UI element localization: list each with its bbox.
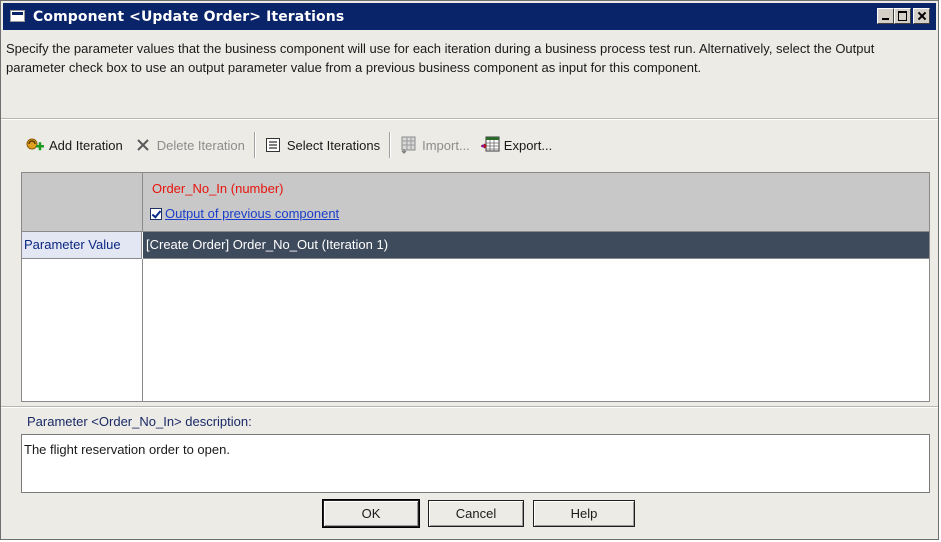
parameter-description-label: Parameter <Order_No_In> description:: [27, 414, 252, 429]
close-button[interactable]: [913, 8, 930, 24]
ok-button[interactable]: OK: [323, 500, 419, 527]
divider: [1, 118, 938, 120]
output-checkbox[interactable]: [150, 207, 162, 220]
parameter-description-text: The flight reservation order to open.: [24, 442, 230, 457]
select-iterations-label: Select Iterations: [286, 137, 381, 153]
window-icon: [10, 10, 25, 22]
add-iteration-label: Add Iteration: [49, 137, 123, 153]
delete-iteration-button[interactable]: Delete Iteration: [129, 132, 251, 158]
output-checkbox-label[interactable]: Output of previous component: [165, 206, 339, 221]
select-iterations-button[interactable]: Select Iterations: [259, 132, 386, 158]
add-iteration-icon: [25, 136, 45, 154]
delete-icon: [133, 136, 153, 154]
import-icon: [398, 136, 418, 154]
parameter-value: [Create Order] Order_No_Out (Iteration 1…: [146, 237, 389, 252]
toolbar: Add Iteration Delete Iteration Select It…: [21, 127, 558, 163]
toolbar-separator: [253, 132, 256, 158]
minimize-button[interactable]: [877, 8, 894, 24]
parameter-value-cell[interactable]: [Create Order] Order_No_Out (Iteration 1…: [143, 232, 929, 259]
dialog-buttons: OK Cancel Help: [323, 500, 644, 527]
parameter-column-header: Order_No_In (number) Output of previous …: [143, 173, 929, 232]
maximize-button[interactable]: [894, 8, 911, 24]
output-checkbox-group[interactable]: Output of previous component: [150, 206, 339, 221]
export-icon: [480, 136, 500, 154]
iterations-grid[interactable]: Order_No_In (number) Output of previous …: [21, 172, 930, 402]
export-button[interactable]: Export...: [476, 132, 558, 158]
parameter-description-box[interactable]: The flight reservation order to open.: [21, 434, 930, 493]
title-bar[interactable]: Component <Update Order> Iterations: [3, 3, 936, 30]
toolbar-separator: [389, 132, 392, 158]
list-icon: [263, 136, 283, 154]
row-header: Parameter Value: [22, 232, 142, 259]
dialog-description: Specify the parameter values that the bu…: [6, 41, 875, 75]
import-label: Import...: [422, 137, 470, 153]
window-controls: [877, 8, 930, 24]
delete-iteration-label: Delete Iteration: [156, 137, 245, 153]
add-iteration-button[interactable]: Add Iteration: [21, 132, 129, 158]
grid-column-divider: [142, 259, 143, 401]
import-button[interactable]: Import...: [394, 132, 476, 158]
iterations-dialog: Component <Update Order> Iterations Spec…: [0, 0, 939, 540]
parameter-name: Order_No_In (number): [152, 181, 284, 196]
export-label: Export...: [503, 137, 553, 153]
divider: [1, 406, 938, 408]
window-title: Component <Update Order> Iterations: [33, 9, 345, 25]
help-button[interactable]: Help: [533, 500, 635, 527]
row-header-label: Parameter Value: [24, 237, 121, 252]
cancel-button[interactable]: Cancel: [428, 500, 524, 527]
grid-corner: [22, 173, 143, 232]
